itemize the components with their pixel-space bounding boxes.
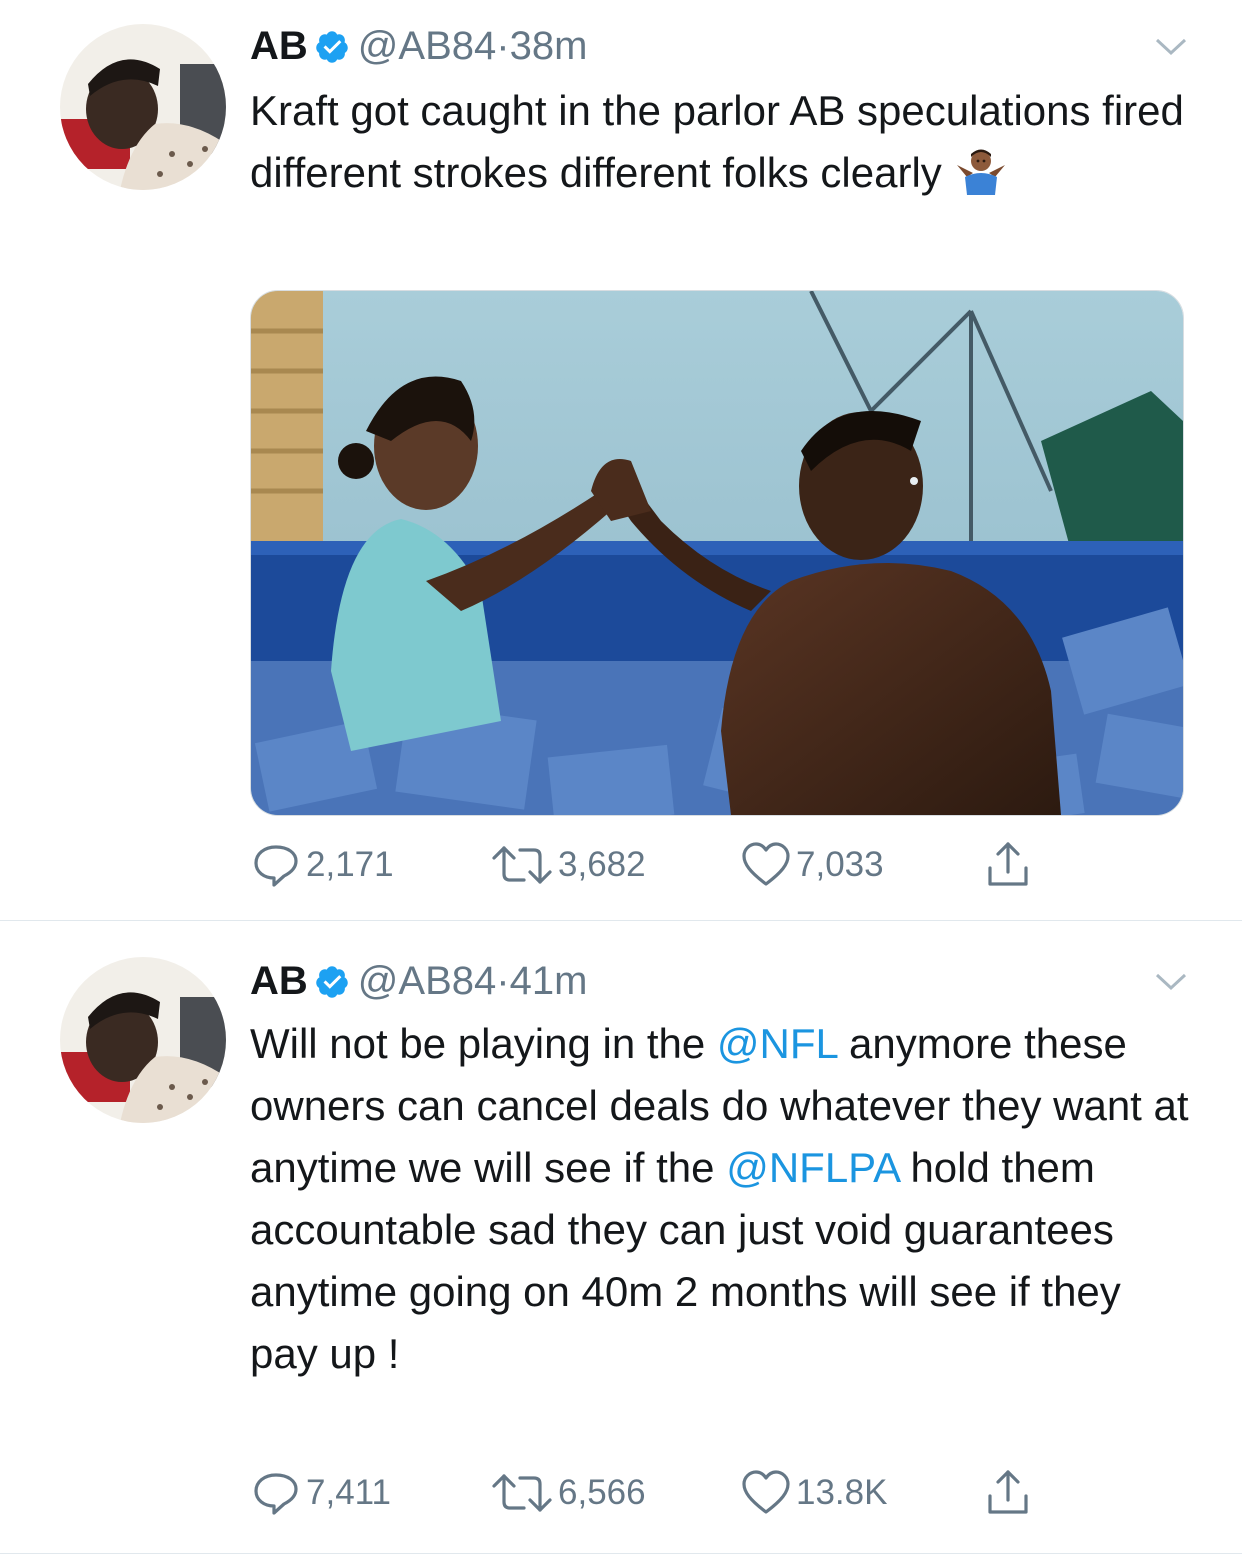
share-button[interactable] [982,840,1038,890]
like-count: 7,033 [796,845,884,884]
user-handle[interactable]: @AB84 [358,959,496,1003]
tweet-text: Will not be playing in the @NFL anymore … [250,1013,1200,1385]
tweet-actions: 7,411 6,566 13.8K [250,1468,1050,1518]
tweet-2[interactable]: AB @AB84·41m Will not be playing in the @… [0,921,1242,1551]
mention-link[interactable]: @NFL [717,1020,837,1067]
like-button[interactable]: 7,033 [740,840,884,890]
avatar[interactable] [60,24,226,190]
reply-count: 7,411 [306,1473,391,1512]
share-button[interactable] [982,1468,1038,1518]
tweet-divider [0,1553,1242,1554]
photo-two-people-high-five-in-foam-pit [251,291,1183,815]
reply-button[interactable]: 2,171 [250,840,394,890]
tweet-header: AB @AB84·38m [250,22,587,76]
avatar-image [60,957,226,1123]
heart-icon [742,842,790,886]
tweet-header: AB @AB84·41m [250,957,587,1011]
verified-badge-icon [314,963,350,1011]
avatar[interactable] [60,957,226,1123]
tweet-media-photo[interactable] [250,290,1184,816]
display-name[interactable]: AB [250,959,308,1003]
reply-icon [254,1473,298,1515]
retweet-icon [492,846,552,884]
timestamp[interactable]: 38m [510,24,588,68]
tweet-text: Kraft got caught in the parlor AB specul… [250,80,1210,212]
chevron-down-icon[interactable] [1154,36,1188,58]
reply-button[interactable]: 7,411 [250,1468,391,1518]
retweet-button[interactable]: 3,682 [490,840,646,890]
man-shrugging-emoji-icon [953,147,1009,212]
retweet-button[interactable]: 6,566 [490,1468,646,1518]
like-button[interactable]: 13.8K [740,1468,887,1518]
reply-icon [254,845,298,887]
avatar-image [60,24,226,190]
heart-icon [742,1470,790,1514]
tweet-actions: 2,171 3,682 7,033 [250,840,1050,890]
tweet-text-segment: Will not be playing in the [250,1020,717,1067]
share-icon [988,842,1028,886]
separator-dot: · [496,959,510,1003]
timestamp[interactable]: 41m [510,959,588,1003]
reply-count: 2,171 [306,845,394,884]
user-handle[interactable]: @AB84 [358,24,496,68]
separator-dot: · [496,24,510,68]
share-icon [988,1470,1028,1514]
chevron-down-icon[interactable] [1154,971,1188,993]
retweet-count: 6,566 [558,1473,646,1512]
display-name[interactable]: AB [250,24,308,68]
verified-badge-icon [314,28,350,76]
retweet-icon [492,1474,552,1512]
like-count: 13.8K [796,1473,888,1512]
tweet-text-segment: Kraft got caught in the parlor AB specul… [250,87,1184,196]
mention-link[interactable]: @NFLPA [726,1144,899,1191]
tweet-1[interactable]: AB @AB84·38m Kraft got caught in the parl… [0,0,1242,920]
retweet-count: 3,682 [558,845,646,884]
